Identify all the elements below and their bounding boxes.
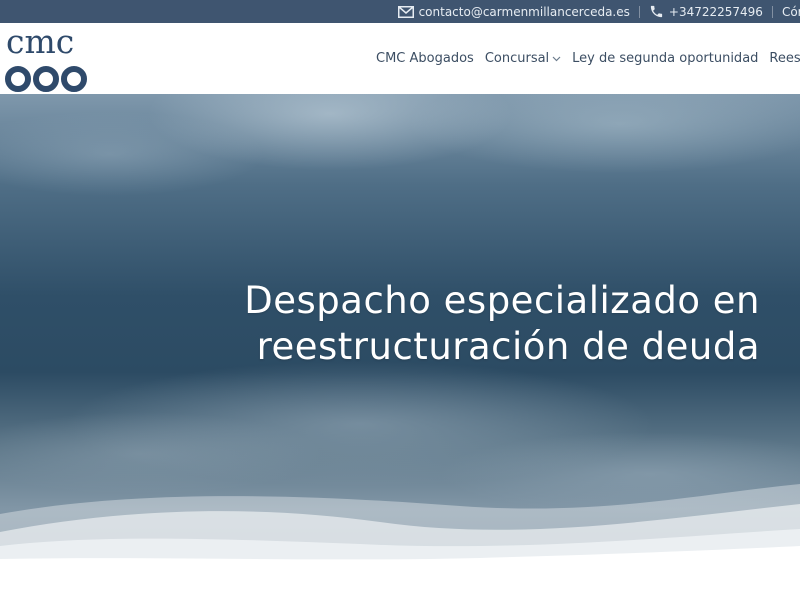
- phone-link[interactable]: +34722257496: [669, 5, 763, 19]
- topbar-divider: [771, 5, 773, 18]
- top-bar: contacto@carmenmillancerceda.es +3472225…: [0, 0, 800, 23]
- nav-item-cmc-abogados[interactable]: CMC Abogados: [376, 51, 474, 66]
- logo-ring: [61, 66, 87, 92]
- topbar-divider: [638, 5, 640, 18]
- logo-rings: [5, 66, 89, 92]
- envelope-icon: [397, 5, 414, 18]
- phone-contact[interactable]: +34722257496: [649, 4, 763, 19]
- city-link[interactable]: Córd: [782, 5, 800, 19]
- cmc-logo[interactable]: cmc: [5, 23, 91, 92]
- nav-item-reestructuracion[interactable]: Reestructuraci: [769, 51, 800, 66]
- nav-item-label: Reestructuraci: [769, 51, 800, 66]
- logo-text: cmc: [6, 23, 75, 61]
- site-header: cmc CMC Abogados Concursal Ley de segund…: [0, 23, 800, 94]
- logo-ring: [5, 66, 31, 92]
- nav-item-concursal[interactable]: Concursal: [485, 51, 561, 66]
- hero-title-line1: Despacho especializado en: [244, 279, 760, 322]
- nav-item-label: CMC Abogados: [376, 51, 474, 66]
- chevron-down-icon: [552, 56, 561, 61]
- nav-item-label: Ley de segunda oportunidad: [572, 51, 759, 66]
- wave-divider: [0, 484, 800, 600]
- nav-item-ley-segunda-oportunidad[interactable]: Ley de segunda oportunidad: [572, 51, 758, 66]
- email-link[interactable]: contacto@carmenmillancerceda.es: [419, 5, 630, 19]
- email-contact[interactable]: contacto@carmenmillancerceda.es: [397, 5, 630, 19]
- logo-ring: [33, 66, 59, 92]
- nav-item-label: Concursal: [484, 51, 550, 66]
- phone-icon: [650, 5, 663, 18]
- hero-banner: Despacho especializado en reestructuraci…: [0, 94, 800, 600]
- hero-title-line2: reestructuración de deuda: [256, 325, 760, 368]
- hero-title: Despacho especializado en reestructuraci…: [120, 278, 760, 370]
- main-nav: CMC Abogados Concursal Ley de segunda op…: [376, 23, 800, 94]
